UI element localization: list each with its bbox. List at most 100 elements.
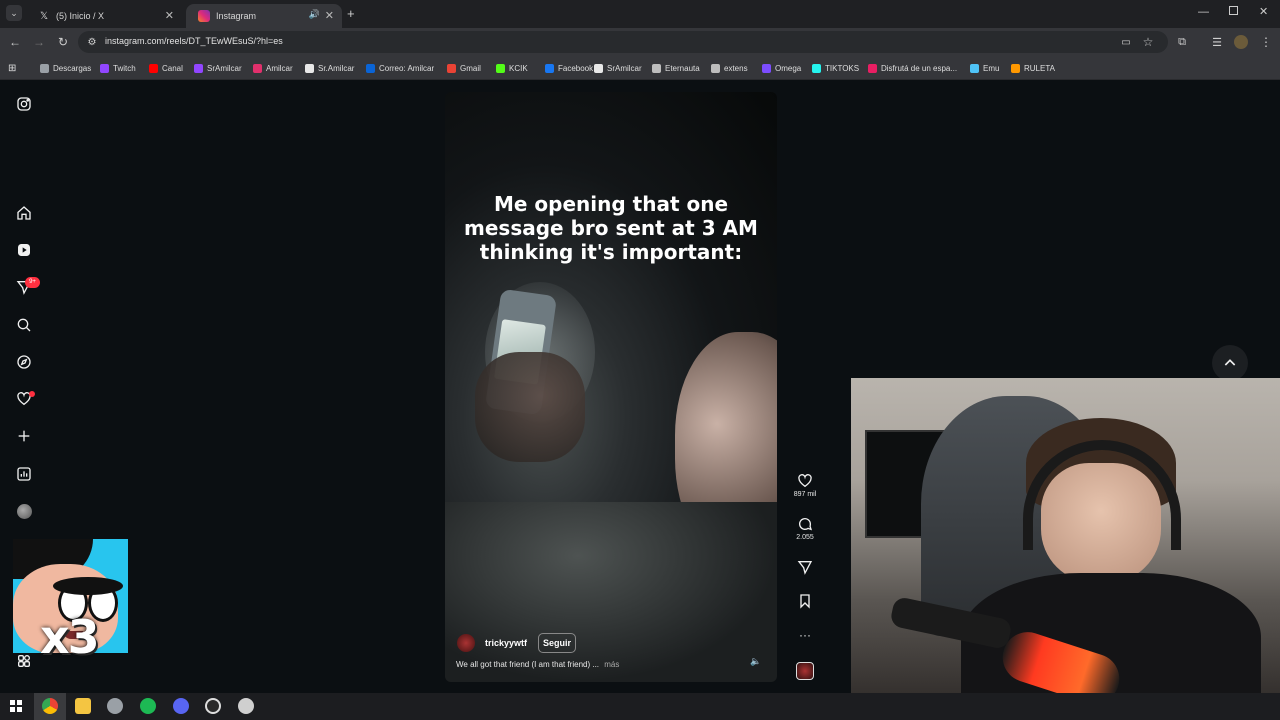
bookmark-label: Omega [775, 63, 802, 73]
extensions-icon[interactable]: ⧉ [1174, 34, 1190, 50]
new-tab-button[interactable]: + [347, 6, 355, 21]
bookmark-item[interactable]: KCIK [496, 61, 528, 75]
start-button[interactable] [10, 700, 22, 712]
bookmark-favicon-icon [253, 63, 262, 73]
back-icon[interactable]: ← [7, 34, 23, 50]
bookmark-item[interactable]: Twitch [100, 61, 136, 75]
tab-search-button[interactable]: ⌄ [6, 5, 22, 21]
follow-button[interactable]: Seguir [538, 633, 577, 653]
more-link[interactable]: más [604, 660, 619, 669]
app-icon[interactable] [107, 698, 123, 714]
reel-video[interactable]: Me opening that one message bro sent at … [445, 92, 777, 682]
author-username[interactable]: trickyywtf [485, 638, 527, 648]
bookmark-label: Eternauta [665, 63, 700, 73]
bookmark-favicon-icon [194, 63, 203, 73]
home-icon[interactable] [15, 204, 33, 222]
site-info-icon[interactable]: ⚙ [84, 34, 100, 50]
bookmark-item[interactable]: Amilcar [253, 61, 293, 75]
mute-icon[interactable]: 🔈 [750, 656, 761, 667]
bookmark-label: Gmail [460, 63, 481, 73]
instagram-logo-icon[interactable] [15, 95, 33, 113]
bookmark-item[interactable]: TIKTOKS [812, 61, 859, 75]
bookmark-label: Disfrutá de un espa... [881, 63, 958, 73]
close-icon[interactable]: ✕ [325, 9, 334, 22]
bookmark-favicon-icon [40, 63, 49, 73]
overlay-line: thinking it's important: [479, 240, 743, 264]
bookmark-label: RULETA [1024, 63, 1055, 73]
more-menu-icon[interactable] [15, 652, 33, 670]
file-explorer-icon[interactable] [75, 698, 91, 714]
restore-button[interactable] [1229, 6, 1238, 15]
bookmark-favicon-icon [652, 63, 661, 73]
bookmark-item[interactable]: Canal [149, 61, 183, 75]
bookmark-item[interactable]: Omega [762, 61, 801, 75]
comment-count: 2.055 [796, 534, 814, 541]
tab-title: (5) Inicio / X [56, 11, 105, 21]
menu-icon[interactable]: ⋮ [1258, 34, 1274, 50]
bookmark-item[interactable]: Eternauta [652, 61, 700, 75]
tab-instagram[interactable]: Instagram 🔊 ✕ [186, 4, 342, 28]
taskbar [0, 693, 1280, 720]
bookmark-icon [800, 594, 810, 609]
overlay-line: Me opening that one [493, 192, 729, 216]
discord-icon[interactable] [173, 698, 189, 714]
author-avatar[interactable] [457, 634, 475, 652]
bookmark-item[interactable]: SrAmilcar [194, 61, 242, 75]
bookmark-label: Emu [983, 63, 1000, 73]
comment-icon [799, 518, 813, 531]
bookmark-item[interactable]: Gmail [447, 61, 481, 75]
like-button[interactable]: 897 mil [790, 473, 820, 498]
bookmark-item[interactable]: Emu [970, 61, 999, 75]
bookmark-label: Canal [162, 63, 183, 73]
close-icon[interactable]: ✕ [165, 9, 174, 22]
bookmark-favicon-icon [594, 63, 603, 73]
bookmark-favicon-icon [366, 63, 375, 73]
bookmark-item[interactable]: RULETA [1011, 61, 1055, 75]
x-icon: 𝕏 [39, 10, 49, 22]
share-button[interactable] [790, 559, 820, 577]
app-icon[interactable] [238, 698, 254, 714]
comment-button[interactable]: 2.055 [790, 516, 820, 541]
share-icon [797, 561, 813, 575]
chrome-icon[interactable] [42, 698, 58, 714]
bookmark-label: KCIK [509, 63, 528, 73]
forward-icon[interactable]: → [31, 34, 47, 50]
bookmark-item[interactable]: Facebook [545, 61, 593, 75]
dashboard-icon[interactable] [15, 465, 33, 483]
profile-avatar[interactable] [17, 504, 32, 519]
profile-avatar[interactable] [1234, 35, 1248, 49]
spotify-icon[interactable] [140, 698, 156, 714]
scroll-up-button[interactable] [1212, 345, 1248, 381]
reels-icon[interactable] [15, 241, 33, 259]
bookmark-favicon-icon [711, 63, 720, 73]
bookmark-favicon-icon [447, 63, 456, 73]
install-app-icon[interactable]: ▭ [1118, 34, 1134, 50]
bookmark-item[interactable]: Disfrutá de un espa... [868, 61, 957, 75]
minimize-button[interactable]: — [1198, 6, 1209, 18]
close-window-button[interactable]: ✕ [1259, 5, 1268, 18]
search-icon[interactable] [15, 316, 33, 334]
caption-text: We all got that friend (I am that friend… [456, 660, 600, 669]
apps-icon[interactable]: ⊞ [8, 61, 16, 75]
create-plus-icon[interactable] [15, 427, 33, 445]
bookmark-favicon-icon [545, 63, 554, 73]
bookmark-item[interactable]: Sr.Amilcar [305, 61, 354, 75]
url-text[interactable]: instagram.com/reels/DT_TEwWEsuS/?hl=es [105, 36, 283, 46]
speaker-icon[interactable]: 🔊 [309, 9, 320, 20]
bookmark-item[interactable]: Descargas [40, 61, 91, 75]
tab-x[interactable]: 𝕏 (5) Inicio / X ✕ [26, 4, 182, 28]
audio-thumbnail[interactable] [796, 662, 814, 680]
explore-icon[interactable] [15, 353, 33, 371]
bookmark-item[interactable]: extens [711, 61, 748, 75]
obs-icon[interactable] [205, 698, 221, 714]
bookmark-star-icon[interactable]: ☆ [1140, 34, 1156, 50]
bookmark-item[interactable]: SrAmilcar [594, 61, 642, 75]
bookmark-favicon-icon [970, 63, 979, 73]
reload-icon[interactable]: ↻ [55, 34, 71, 50]
more-options-icon[interactable]: ··· [790, 628, 820, 642]
reading-list-icon[interactable]: ☰ [1209, 34, 1225, 50]
bookmark-item[interactable]: Correo: Amilcar [366, 61, 434, 75]
chevron-up-icon [1224, 359, 1236, 366]
save-button[interactable] [790, 593, 820, 611]
reel-overlay-text: Me opening that one message bro sent at … [445, 192, 777, 264]
